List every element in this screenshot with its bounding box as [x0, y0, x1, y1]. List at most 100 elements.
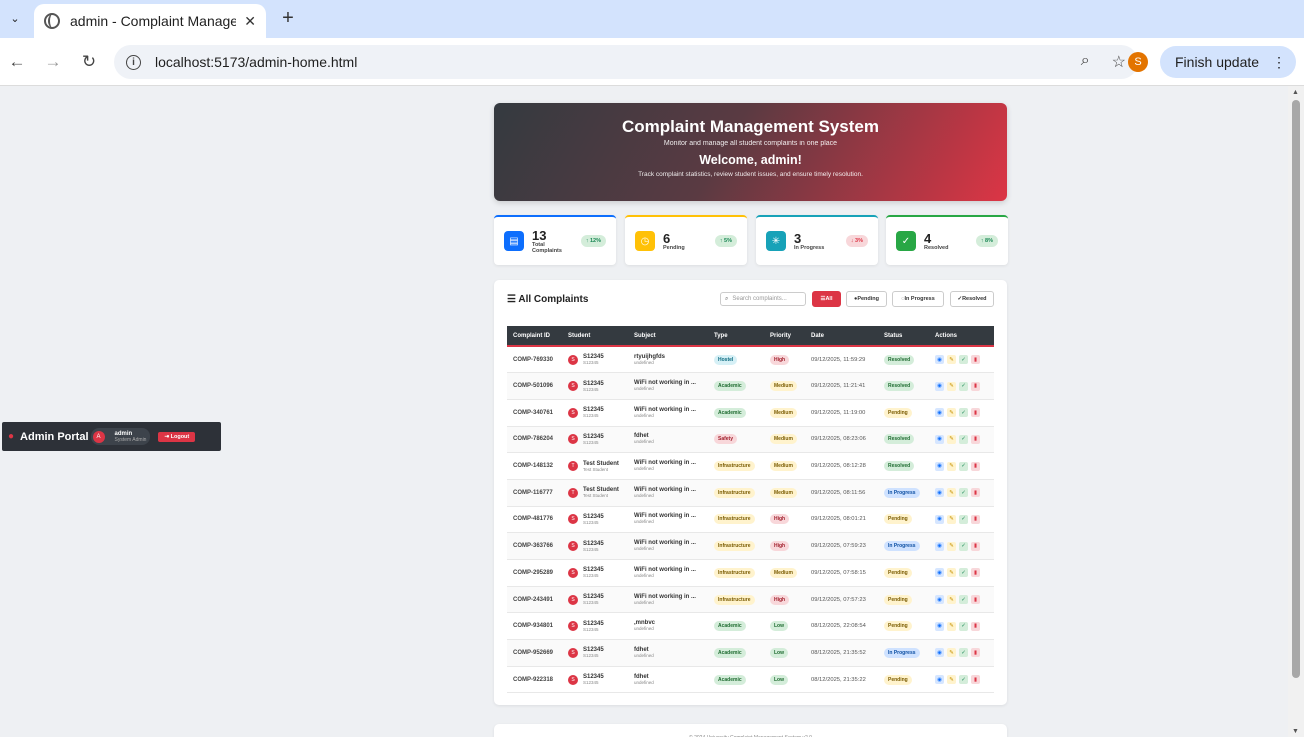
table-row[interactable]: COMP-116777 T Test Student Test Student WiFi…: [507, 479, 994, 507]
date-cell: 09/12/2025, 07:59:23: [805, 532, 878, 560]
back-arrow-icon[interactable]: ←: [5, 50, 29, 74]
check-icon[interactable]: ✓: [959, 461, 968, 471]
star-icon[interactable]: ☆: [1112, 52, 1126, 72]
table-row[interactable]: COMP-501096 S S12345 S12345 WiFi not working…: [507, 372, 994, 400]
check-icon[interactable]: ✓: [959, 355, 968, 365]
table-row[interactable]: COMP-934801 S S12345 S12345 ,mnbvc undefined A…: [507, 612, 994, 641]
edit-icon[interactable]: ✎: [947, 514, 956, 524]
trash-icon[interactable]: ▮: [971, 408, 980, 418]
forward-arrow-icon[interactable]: →: [41, 50, 65, 74]
eye-icon[interactable]: ◉: [935, 381, 944, 391]
edit-icon[interactable]: ✎: [947, 595, 956, 605]
avatar: S: [568, 567, 578, 578]
check-icon[interactable]: ✓: [959, 648, 968, 658]
check-icon[interactable]: ✓: [959, 675, 968, 685]
edit-icon[interactable]: ✎: [947, 408, 956, 418]
eye-icon[interactable]: ◉: [935, 595, 944, 605]
trash-icon[interactable]: ▮: [971, 621, 980, 631]
table-row[interactable]: COMP-922318 S S12345 S12345 fdhet undefined Ac…: [507, 666, 994, 694]
admin-user-chip[interactable]: A admin System Admin: [90, 428, 151, 445]
finish-update-button[interactable]: Finish update ⋮: [1160, 46, 1296, 78]
edit-icon[interactable]: ✎: [947, 381, 956, 391]
scroll-up-icon[interactable]: ▲: [1292, 89, 1299, 96]
trash-icon[interactable]: ▮: [971, 488, 980, 498]
filter-in-progress-button[interactable]: ◌ In Progress: [892, 291, 944, 307]
close-icon[interactable]: ✕: [244, 13, 256, 30]
trash-icon[interactable]: ▮: [971, 595, 980, 605]
avatar: S: [568, 621, 578, 632]
page-scrollbar[interactable]: ▲ ▼: [1288, 86, 1304, 737]
trash-icon[interactable]: ▮: [971, 461, 980, 471]
edit-icon[interactable]: ✎: [947, 675, 956, 685]
eye-icon[interactable]: ◉: [935, 408, 944, 418]
table-row[interactable]: COMP-243491 S S12345 S12345 WiFi not working…: [507, 586, 994, 614]
eye-icon[interactable]: ◉: [935, 514, 944, 524]
table-row[interactable]: COMP-769330 S S12345 S12345 rtyuijhgfds undef…: [507, 346, 994, 374]
actions-cell: ◉ ✎ ✓ ▮: [929, 559, 994, 587]
filter-all-button[interactable]: ☰ All: [812, 291, 841, 307]
eye-icon[interactable]: ◉: [935, 461, 944, 471]
check-icon[interactable]: ✓: [959, 568, 968, 578]
check-icon[interactable]: ✓: [959, 541, 968, 551]
scroll-down-icon[interactable]: ▼: [1292, 728, 1299, 735]
student-name: Test Student: [583, 460, 619, 467]
table-row[interactable]: COMP-363766 S S12345 S12345 WiFi not working…: [507, 532, 994, 560]
trash-icon[interactable]: ▮: [971, 675, 980, 685]
trash-icon[interactable]: ▮: [971, 541, 980, 551]
table-row[interactable]: COMP-295289 S S12345 S12345 WiFi not working…: [507, 559, 994, 587]
reload-icon[interactable]: ↻: [77, 50, 101, 74]
filter-resolved-button[interactable]: ✓ Resolved: [950, 291, 994, 307]
more-vertical-icon[interactable]: ⋮: [1272, 54, 1286, 71]
check-icon[interactable]: ✓: [959, 488, 968, 498]
edit-icon[interactable]: ✎: [947, 434, 956, 444]
eye-icon[interactable]: ◉: [935, 488, 944, 498]
edit-icon[interactable]: ✎: [947, 541, 956, 551]
zoom-icon[interactable]: ⌕: [1081, 52, 1090, 72]
eye-icon[interactable]: ◉: [935, 541, 944, 551]
trash-icon[interactable]: ▮: [971, 648, 980, 658]
trash-icon[interactable]: ▮: [971, 381, 980, 391]
edit-icon[interactable]: ✎: [947, 648, 956, 658]
eye-icon[interactable]: ◉: [935, 434, 944, 444]
filter-pending-button[interactable]: ● Pending: [846, 291, 887, 307]
new-tab-button[interactable]: +: [278, 7, 298, 29]
info-icon[interactable]: i: [126, 54, 141, 70]
type-cell: Academic: [708, 639, 764, 667]
address-bar[interactable]: i localhost:5173/admin-home.html ⌕ ☆: [114, 45, 1138, 79]
check-icon[interactable]: ✓: [959, 434, 968, 444]
edit-icon[interactable]: ✎: [947, 355, 956, 365]
date-cell: 09/12/2025, 07:57:23: [805, 586, 878, 614]
edit-icon[interactable]: ✎: [947, 488, 956, 498]
tab-search-button[interactable]: ⌄: [4, 7, 26, 29]
profile-avatar[interactable]: S: [1128, 52, 1148, 72]
check-icon[interactable]: ✓: [959, 595, 968, 605]
scroll-thumb[interactable]: [1292, 100, 1300, 678]
browser-tab[interactable]: admin - Complaint Management System ✕: [34, 4, 266, 38]
check-icon[interactable]: ✓: [959, 514, 968, 524]
trash-icon[interactable]: ▮: [971, 434, 980, 444]
table-row[interactable]: COMP-786204 S S12345 S12345 fdhet undefined Sa…: [507, 426, 994, 454]
table-row[interactable]: COMP-952669 S S12345 S12345 fdhet undefined Ac…: [507, 639, 994, 667]
trash-icon[interactable]: ▮: [971, 355, 980, 365]
eye-icon[interactable]: ◉: [935, 648, 944, 658]
trash-icon[interactable]: ▮: [971, 568, 980, 578]
eye-icon[interactable]: ◉: [935, 355, 944, 365]
eye-icon[interactable]: ◉: [935, 675, 944, 685]
status-badge: In Progress: [884, 647, 920, 658]
table-row[interactable]: COMP-340761 S S12345 S12345 WiFi not working…: [507, 399, 994, 427]
check-icon[interactable]: ✓: [959, 381, 968, 391]
table-row[interactable]: COMP-148132 T Test Student Test Student WiFi…: [507, 452, 994, 480]
edit-icon[interactable]: ✎: [947, 461, 956, 471]
edit-icon[interactable]: ✎: [947, 621, 956, 631]
logout-button[interactable]: ⇥ Logout: [158, 431, 196, 442]
check-icon[interactable]: ✓: [959, 621, 968, 631]
type-badge: Hostel: [714, 354, 738, 365]
trash-icon[interactable]: ▮: [971, 514, 980, 524]
search-input[interactable]: ⌕ Search complaints...: [720, 292, 806, 306]
edit-icon[interactable]: ✎: [947, 568, 956, 578]
table-row[interactable]: COMP-481776 S S12345 S12345 WiFi not working…: [507, 506, 994, 534]
eye-icon[interactable]: ◉: [935, 568, 944, 578]
student-name: S12345: [583, 540, 604, 547]
eye-icon[interactable]: ◉: [935, 621, 944, 631]
check-icon[interactable]: ✓: [959, 408, 968, 418]
